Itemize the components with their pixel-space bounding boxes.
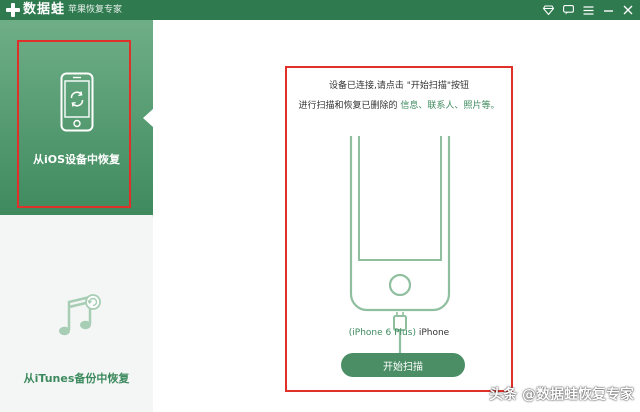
watermark-text: 头条 @数据蛙恢复专家	[489, 387, 634, 403]
minimize-icon[interactable]	[600, 2, 616, 18]
title-bar: 数据蛙 苹果恢复专家	[0, 0, 640, 20]
instruction-line-2: 进行扫描和恢复已删除的 信息、联系人、照片等。	[287, 98, 511, 111]
app-name: 数据蛙	[23, 2, 66, 17]
close-icon[interactable]	[620, 2, 636, 18]
chat-icon[interactable]	[560, 2, 576, 18]
instruction-line-1: 设备已连接,请点击 "开始扫描"按钮	[328, 81, 469, 91]
active-pointer	[143, 109, 153, 127]
device-model: (iPhone 6 Plus)	[348, 328, 416, 338]
iphone-illustration	[349, 136, 451, 376]
window-controls	[540, 2, 636, 18]
music-restore-icon	[59, 294, 101, 336]
menu-icon[interactable]	[580, 2, 596, 18]
highlight-box-sidebar	[17, 40, 131, 208]
diamond-icon[interactable]	[540, 2, 556, 18]
start-scan-button[interactable]: 开始扫描	[341, 353, 465, 377]
sidebar-item-label: 从iTunes备份中恢复	[23, 372, 130, 385]
link-messages: 信息、	[400, 101, 428, 111]
logo-plus-icon	[5, 2, 21, 18]
link-contacts: 联系人、	[427, 101, 464, 111]
sidebar: 从iOS设备中恢复 从iTunes备份中恢复	[0, 20, 153, 412]
sidebar-item-itunes-restore[interactable]: 从iTunes备份中恢复	[0, 217, 153, 412]
main-panel-highlight: 设备已连接,请点击 "开始扫描"按钮 进行扫描和恢复已删除的 信息、联系人、照片…	[285, 66, 513, 392]
device-type: iPhone	[415, 328, 450, 338]
instruction-prefix: 进行扫描和恢复已删除的	[298, 101, 401, 111]
app-subtitle: 苹果恢复专家	[68, 5, 123, 15]
device-model-line: (iPhone 6 Plus) iPhone	[287, 328, 511, 338]
link-photos: 照片等。	[463, 101, 500, 111]
